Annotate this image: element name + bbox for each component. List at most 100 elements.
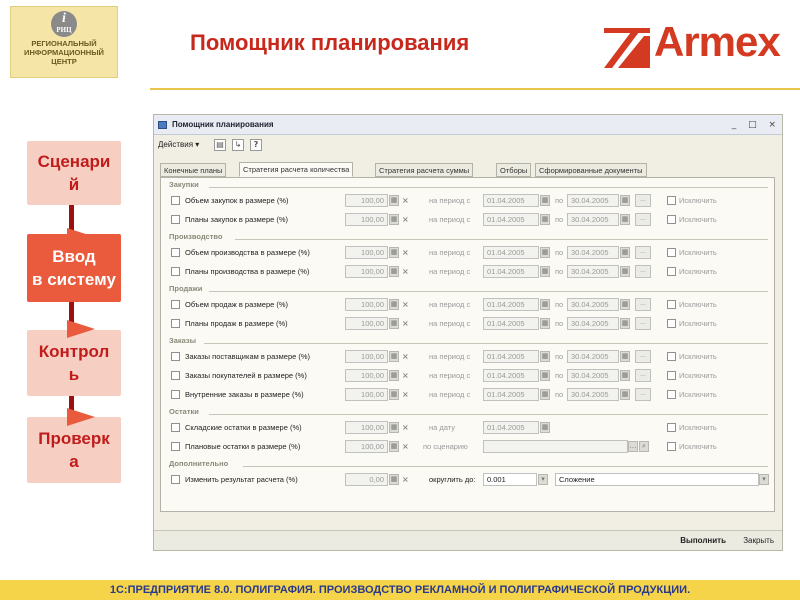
date-from-field[interactable]: 01.04.2005 bbox=[483, 194, 539, 207]
close-button[interactable]: Закрыть bbox=[739, 533, 778, 549]
calendar-icon[interactable]: ▦ bbox=[620, 247, 630, 258]
exclude-checkbox[interactable] bbox=[667, 215, 676, 224]
include-checkbox[interactable] bbox=[171, 442, 180, 451]
calendar-icon[interactable]: ▦ bbox=[540, 247, 550, 258]
move-icon[interactable]: ↳ bbox=[232, 139, 244, 151]
percent-field[interactable]: 100,00 bbox=[345, 265, 388, 278]
include-checkbox[interactable] bbox=[171, 371, 180, 380]
date-to-field[interactable]: 30.04.2005 bbox=[567, 194, 619, 207]
clear-icon[interactable]: × bbox=[402, 441, 409, 452]
calculator-icon[interactable]: ▦ bbox=[389, 389, 399, 400]
clear-icon[interactable]: × bbox=[402, 389, 409, 400]
date-from-field[interactable]: 01.04.2005 bbox=[483, 213, 539, 226]
period-select-button[interactable]: ... bbox=[635, 213, 651, 226]
actions-menu[interactable]: Действия ▾ bbox=[158, 140, 199, 149]
exclude-checkbox[interactable] bbox=[667, 196, 676, 205]
copy-icon[interactable]: ▤ bbox=[214, 139, 226, 151]
calculator-icon[interactable]: ▦ bbox=[389, 195, 399, 206]
tab-filters[interactable]: Отборы bbox=[496, 163, 532, 177]
exclude-checkbox[interactable] bbox=[667, 300, 676, 309]
percent-field[interactable]: 100,00 bbox=[345, 246, 388, 259]
change-result-checkbox[interactable] bbox=[171, 475, 180, 484]
exclude-checkbox[interactable] bbox=[667, 442, 676, 451]
include-checkbox[interactable] bbox=[171, 248, 180, 257]
tab-generated-docs[interactable]: Сформированные документы bbox=[535, 163, 647, 177]
date-to-field[interactable]: 30.04.2005 bbox=[567, 350, 619, 363]
close-window-button[interactable]: × bbox=[768, 120, 776, 130]
exclude-checkbox[interactable] bbox=[667, 319, 676, 328]
calendar-icon[interactable]: ▦ bbox=[540, 351, 550, 362]
period-select-button[interactable]: ... bbox=[635, 194, 651, 207]
include-checkbox[interactable] bbox=[171, 352, 180, 361]
search-icon[interactable]: ⌕ bbox=[639, 441, 649, 452]
exclude-checkbox[interactable] bbox=[667, 352, 676, 361]
include-checkbox[interactable] bbox=[171, 267, 180, 276]
percent-field[interactable]: 100,00 bbox=[345, 317, 388, 330]
calculator-icon[interactable]: ▦ bbox=[389, 247, 399, 258]
help-icon[interactable]: ? bbox=[250, 139, 262, 151]
calendar-icon[interactable]: ▦ bbox=[620, 195, 630, 206]
date-to-field[interactable]: 30.04.2005 bbox=[567, 388, 619, 401]
include-checkbox[interactable] bbox=[171, 215, 180, 224]
exclude-checkbox[interactable] bbox=[667, 371, 676, 380]
date-to-field[interactable]: 30.04.2005 bbox=[567, 213, 619, 226]
flow-step-scenario[interactable]: Сценари й bbox=[27, 141, 121, 205]
exclude-checkbox[interactable] bbox=[667, 248, 676, 257]
include-checkbox[interactable] bbox=[171, 390, 180, 399]
date-to-field[interactable]: 30.04.2005 bbox=[567, 265, 619, 278]
date-from-field[interactable]: 01.04.2005 bbox=[483, 317, 539, 330]
run-button[interactable]: Выполнить bbox=[676, 533, 730, 549]
exclude-checkbox[interactable] bbox=[667, 267, 676, 276]
method-select[interactable]: Сложение bbox=[555, 473, 759, 486]
chevron-down-icon[interactable]: ▾ bbox=[538, 474, 548, 485]
calculator-icon[interactable]: ▦ bbox=[389, 474, 399, 485]
date-from-field[interactable]: 01.04.2005 bbox=[483, 350, 539, 363]
clear-icon[interactable]: × bbox=[402, 422, 409, 433]
calendar-icon[interactable]: ▦ bbox=[620, 370, 630, 381]
change-percent-field[interactable]: 0,00 bbox=[345, 473, 388, 486]
calendar-icon[interactable]: ▦ bbox=[620, 351, 630, 362]
flow-step-check[interactable]: Проверк а bbox=[27, 417, 121, 483]
period-select-button[interactable]: ... bbox=[635, 298, 651, 311]
clear-icon[interactable]: × bbox=[402, 195, 409, 206]
date-to-field[interactable]: 30.04.2005 bbox=[567, 298, 619, 311]
calendar-icon[interactable]: ▦ bbox=[620, 318, 630, 329]
calendar-icon[interactable]: ▦ bbox=[540, 318, 550, 329]
period-select-button[interactable]: ... bbox=[635, 265, 651, 278]
clear-icon[interactable]: × bbox=[402, 351, 409, 362]
period-select-button[interactable]: ... bbox=[635, 317, 651, 330]
calendar-icon[interactable]: ▦ bbox=[540, 422, 550, 433]
period-select-button[interactable]: ... bbox=[635, 350, 651, 363]
percent-field[interactable]: 100,00 bbox=[345, 213, 388, 226]
calendar-icon[interactable]: ▦ bbox=[540, 195, 550, 206]
clear-icon[interactable]: × bbox=[402, 370, 409, 381]
calendar-icon[interactable]: ▦ bbox=[540, 370, 550, 381]
percent-field[interactable]: 100,00 bbox=[345, 350, 388, 363]
calendar-icon[interactable]: ▦ bbox=[620, 389, 630, 400]
percent-field[interactable]: 100,00 bbox=[345, 388, 388, 401]
calculator-icon[interactable]: ▦ bbox=[389, 318, 399, 329]
round-select[interactable]: 0.001 bbox=[483, 473, 537, 486]
calendar-icon[interactable]: ▦ bbox=[620, 299, 630, 310]
include-checkbox[interactable] bbox=[171, 319, 180, 328]
calendar-icon[interactable]: ▦ bbox=[540, 389, 550, 400]
calendar-icon[interactable]: ▦ bbox=[540, 266, 550, 277]
date-to-field[interactable]: 30.04.2005 bbox=[567, 317, 619, 330]
clear-icon[interactable]: × bbox=[402, 474, 409, 485]
chevron-down-icon[interactable]: ▾ bbox=[759, 474, 769, 485]
select-icon[interactable]: … bbox=[628, 441, 638, 452]
clear-icon[interactable]: × bbox=[402, 214, 409, 225]
calculator-icon[interactable]: ▦ bbox=[389, 370, 399, 381]
percent-field[interactable]: 100,00 bbox=[345, 421, 388, 434]
date-from-field[interactable]: 01.04.2005 bbox=[483, 421, 539, 434]
calculator-icon[interactable]: ▦ bbox=[389, 351, 399, 362]
calculator-icon[interactable]: ▦ bbox=[389, 441, 399, 452]
date-from-field[interactable]: 01.04.2005 bbox=[483, 388, 539, 401]
calculator-icon[interactable]: ▦ bbox=[389, 299, 399, 310]
percent-field[interactable]: 100,00 bbox=[345, 369, 388, 382]
calculator-icon[interactable]: ▦ bbox=[389, 266, 399, 277]
clear-icon[interactable]: × bbox=[402, 247, 409, 258]
clear-icon[interactable]: × bbox=[402, 299, 409, 310]
date-from-field[interactable]: 01.04.2005 bbox=[483, 369, 539, 382]
date-from-field[interactable]: 01.04.2005 bbox=[483, 265, 539, 278]
